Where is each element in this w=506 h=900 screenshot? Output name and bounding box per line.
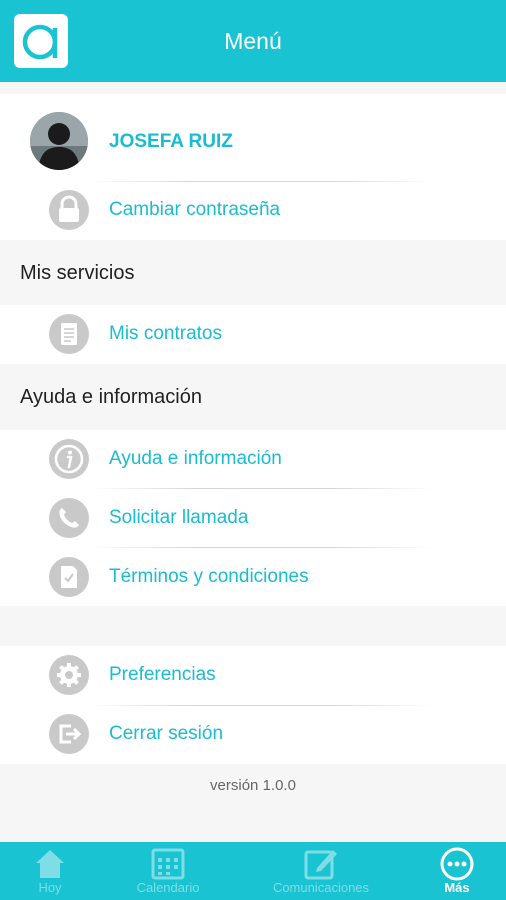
terms-label: Términos y condiciones	[109, 566, 309, 587]
logout-item[interactable]: Cerrar sesión	[0, 705, 506, 763]
document-icon	[49, 314, 89, 354]
section-title-services: Mis servicios	[20, 262, 135, 284]
tab-hoy[interactable]: Hoy	[0, 842, 100, 900]
section-title-help: Ayuda e información	[20, 386, 202, 408]
terms-icon	[49, 557, 89, 597]
change-password-item[interactable]: Cambiar contraseña	[0, 181, 506, 239]
tab-calendario-label: Calendario	[136, 880, 200, 895]
calendar-icon	[151, 848, 185, 880]
preferences-item[interactable]: Preferencias	[0, 646, 506, 704]
home-icon	[36, 850, 64, 878]
help-info-item[interactable]: Ayuda e información	[0, 430, 506, 488]
phone-icon	[49, 498, 89, 538]
request-call-item[interactable]: Solicitar llamada	[0, 489, 506, 547]
terms-item[interactable]: Términos y condiciones	[0, 548, 506, 606]
change-password-label: Cambiar contraseña	[109, 199, 281, 220]
logout-icon	[49, 714, 89, 754]
version-text: versión 1.0.0	[210, 777, 296, 794]
tab-mas[interactable]: Más	[410, 842, 504, 900]
tab-comunicaciones-label: Comunicaciones	[272, 880, 370, 895]
more-icon	[440, 847, 474, 881]
tab-mas-label: Más	[444, 880, 470, 895]
user-name[interactable]: JOSEFA RUIZ	[109, 131, 233, 153]
edit-icon	[304, 850, 337, 880]
tab-comunicaciones[interactable]: Comunicaciones	[260, 842, 382, 900]
preferences-label: Preferencias	[109, 664, 216, 685]
bottom-tab-bar: Hoy Calendario Comunicaciones Más	[0, 842, 506, 900]
app-header: Menú	[0, 0, 506, 82]
user-avatar[interactable]	[30, 112, 88, 170]
help-info-label: Ayuda e información	[109, 448, 282, 469]
info-icon	[49, 439, 89, 479]
tab-hoy-label: Hoy	[38, 880, 62, 895]
lock-icon	[49, 190, 89, 230]
gear-icon	[49, 655, 89, 695]
contracts-label: Mis contratos	[109, 323, 222, 344]
request-call-label: Solicitar llamada	[109, 507, 249, 528]
tab-calendario[interactable]: Calendario	[118, 842, 218, 900]
logout-label: Cerrar sesión	[109, 723, 224, 744]
contracts-item[interactable]: Mis contratos	[0, 305, 506, 363]
page-title: Menú	[224, 28, 282, 54]
